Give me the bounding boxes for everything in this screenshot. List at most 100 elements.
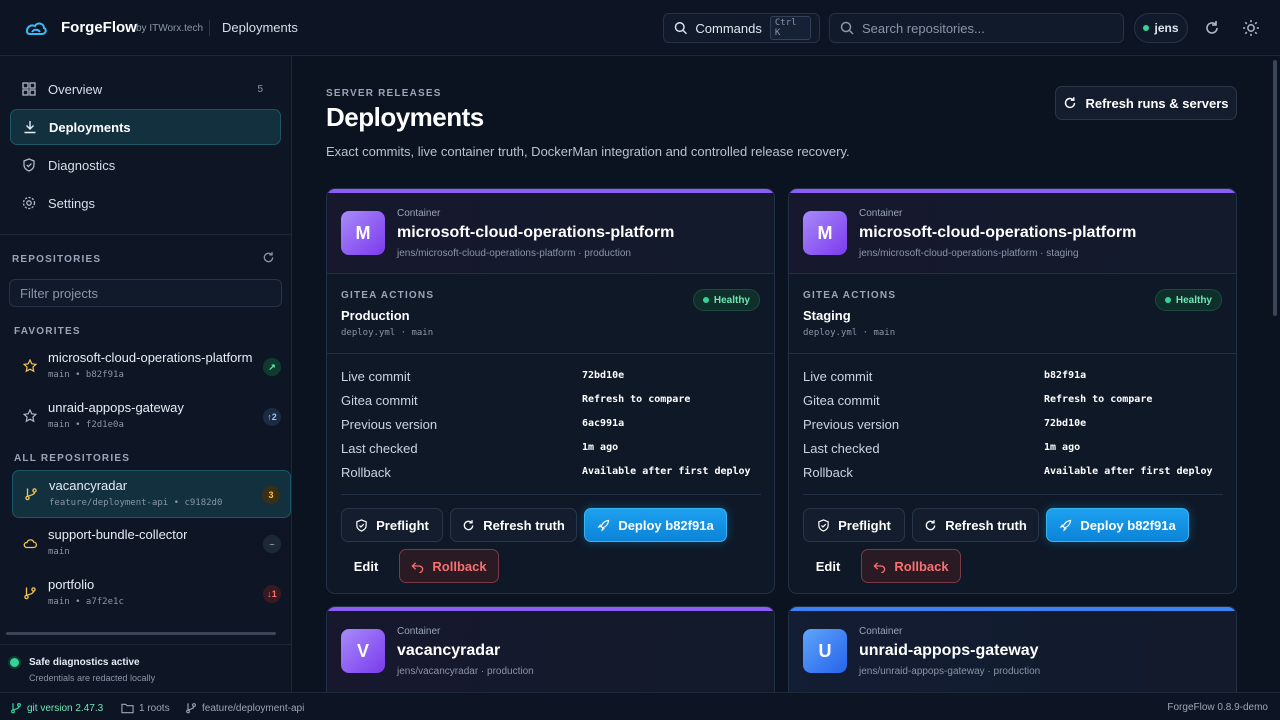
info-key: Live commit xyxy=(803,369,873,384)
info-row: Rollback Available after first deploy xyxy=(803,461,1223,485)
star-icon[interactable] xyxy=(23,359,37,373)
shield-check-icon xyxy=(818,518,829,532)
info-key: Last checked xyxy=(803,441,880,456)
info-key: Rollback xyxy=(341,465,391,480)
container-kind: Container xyxy=(859,626,903,637)
filter-projects-field[interactable] xyxy=(9,279,282,307)
card-header: M Container microsoft-cloud-operations-p… xyxy=(327,193,774,274)
info-row: Last checked 1m ago xyxy=(341,437,761,461)
container-avatar: U xyxy=(803,629,847,673)
preflight-button[interactable]: Preflight xyxy=(341,508,443,542)
info-key: Previous version xyxy=(803,417,900,432)
repository-search[interactable] xyxy=(829,13,1124,43)
info-key: Previous version xyxy=(341,417,438,432)
user-menu[interactable]: jens xyxy=(1134,13,1188,43)
refresh-truth-button[interactable]: Refresh truth xyxy=(450,508,577,542)
nav-count: 5 xyxy=(257,83,263,95)
refresh-icon xyxy=(463,519,474,530)
card-header: U Container unraid-appops-gateway jens/u… xyxy=(789,611,1236,692)
refresh-truth-label: Refresh truth xyxy=(945,517,1027,533)
git-branch-icon xyxy=(25,488,37,501)
rollback-button[interactable]: Rollback xyxy=(861,549,961,583)
theme-toggle-sun-icon[interactable] xyxy=(1242,19,1260,37)
search-input[interactable] xyxy=(862,20,1102,36)
info-key: Rollback xyxy=(803,465,853,480)
preflight-label: Preflight xyxy=(838,517,891,533)
container-name: microsoft-cloud-operations-platform xyxy=(397,224,675,241)
gear-icon xyxy=(22,196,36,210)
repo-status-badge: – xyxy=(263,535,281,553)
username: jens xyxy=(1154,21,1179,35)
info-row: Previous version 72bd10e xyxy=(803,413,1223,437)
environment-name: Staging xyxy=(803,308,851,323)
gitea-actions-label: GITEA ACTIONS xyxy=(341,290,435,301)
deploy-button[interactable]: Deploy b82f91a xyxy=(1046,508,1189,542)
nav-diagnostics[interactable]: Diagnostics xyxy=(10,147,281,183)
online-status-dot xyxy=(1143,25,1150,31)
repo-branch: main • f2d1e0a xyxy=(48,420,124,430)
info-value: b82f91a xyxy=(1044,370,1087,381)
deploy-button[interactable]: Deploy b82f91a xyxy=(584,508,727,542)
git-branch-icon xyxy=(11,703,21,714)
container-avatar: M xyxy=(341,211,385,255)
refresh-truth-button[interactable]: Refresh truth xyxy=(912,508,1039,542)
container-avatar: V xyxy=(341,629,385,673)
refresh-repositories-icon[interactable] xyxy=(262,251,275,264)
commands-button[interactable]: Commands Ctrl K xyxy=(663,13,820,43)
healthy-dot xyxy=(1164,297,1171,303)
info-row: Last checked 1m ago xyxy=(803,437,1223,461)
undo-icon xyxy=(411,561,424,573)
safe-diagnostics-subtitle: Credentials are redacted locally xyxy=(29,673,156,683)
divider xyxy=(0,234,291,235)
card-header: V Container vacancyradar jens/vacancyrad… xyxy=(327,611,774,692)
info-value: 6ac991a xyxy=(582,418,625,429)
info-row: Gitea commit Refresh to compare xyxy=(803,389,1223,413)
undo-icon xyxy=(873,561,886,573)
nav-deployments[interactable]: Deployments xyxy=(10,109,281,145)
all-repositories-heading: ALL REPOSITORIES xyxy=(14,453,131,464)
repo-item-vacancyradar[interactable]: vacancyradar feature/deployment-api • c9… xyxy=(12,470,291,518)
nav-settings[interactable]: Settings xyxy=(10,185,281,221)
breadcrumb: Deployments xyxy=(222,20,298,35)
preflight-button[interactable]: Preflight xyxy=(803,508,905,542)
edit-label: Edit xyxy=(815,558,841,574)
edit-label: Edit xyxy=(353,558,379,574)
repositories-heading: REPOSITORIES xyxy=(12,254,102,265)
info-value: Available after first deploy xyxy=(1044,466,1213,477)
rollback-button[interactable]: Rollback xyxy=(399,549,499,583)
repo-branch: main • b82f91a xyxy=(48,370,124,380)
status-badge: Healthy xyxy=(692,289,760,311)
nav-overview[interactable]: Overview 5 xyxy=(10,71,281,107)
info-value: Available after first deploy xyxy=(582,466,751,477)
favorite-repo-item[interactable]: microsoft-cloud-operations-platform main… xyxy=(12,343,291,391)
repo-item-support-bundle-collector[interactable]: support-bundle-collector main – xyxy=(12,520,291,568)
page-title: Deployments xyxy=(326,102,484,132)
refresh-truth-label: Refresh truth xyxy=(483,517,565,533)
search-icon xyxy=(674,22,687,35)
refresh-runs-servers-button[interactable]: Refresh runs & servers xyxy=(1055,86,1237,120)
info-row: Gitea commit Refresh to compare xyxy=(341,389,761,413)
main-scrollbar[interactable] xyxy=(1273,60,1277,316)
edit-button[interactable]: Edit xyxy=(803,549,853,583)
rollback-label: Rollback xyxy=(432,558,487,574)
deployment-card-staging: M Container microsoft-cloud-operations-p… xyxy=(788,188,1237,594)
favorite-repo-item[interactable]: unraid-appops-gateway main • f2d1e0a ↑2 xyxy=(12,393,291,441)
favorites-heading: FAVORITES xyxy=(14,326,81,337)
repo-name: microsoft-cloud-operations-platform xyxy=(48,350,253,365)
brand-name[interactable]: ForgeFlow xyxy=(61,19,137,36)
filter-projects-input[interactable] xyxy=(20,280,270,306)
refresh-icon[interactable] xyxy=(1203,19,1221,37)
repo-name: support-bundle-collector xyxy=(48,527,188,542)
repo-name: portfolio xyxy=(48,577,95,592)
repo-status-badge: ↓1 xyxy=(263,585,281,603)
sidebar-scrollbar[interactable] xyxy=(6,632,276,635)
shield-icon xyxy=(23,158,35,172)
container-kind: Container xyxy=(397,626,441,637)
star-icon[interactable] xyxy=(23,409,37,423)
edit-button[interactable]: Edit xyxy=(341,549,391,583)
repo-status-badge: 3 xyxy=(262,486,280,504)
repo-item-portfolio[interactable]: portfolio main • a7f2e1c ↓1 xyxy=(12,570,291,618)
status-label: Healthy xyxy=(713,294,750,306)
repo-branch: main • a7f2e1c xyxy=(48,597,124,607)
gitea-actions-section: GITEA ACTIONS Production deploy.yml · ma… xyxy=(327,274,774,354)
